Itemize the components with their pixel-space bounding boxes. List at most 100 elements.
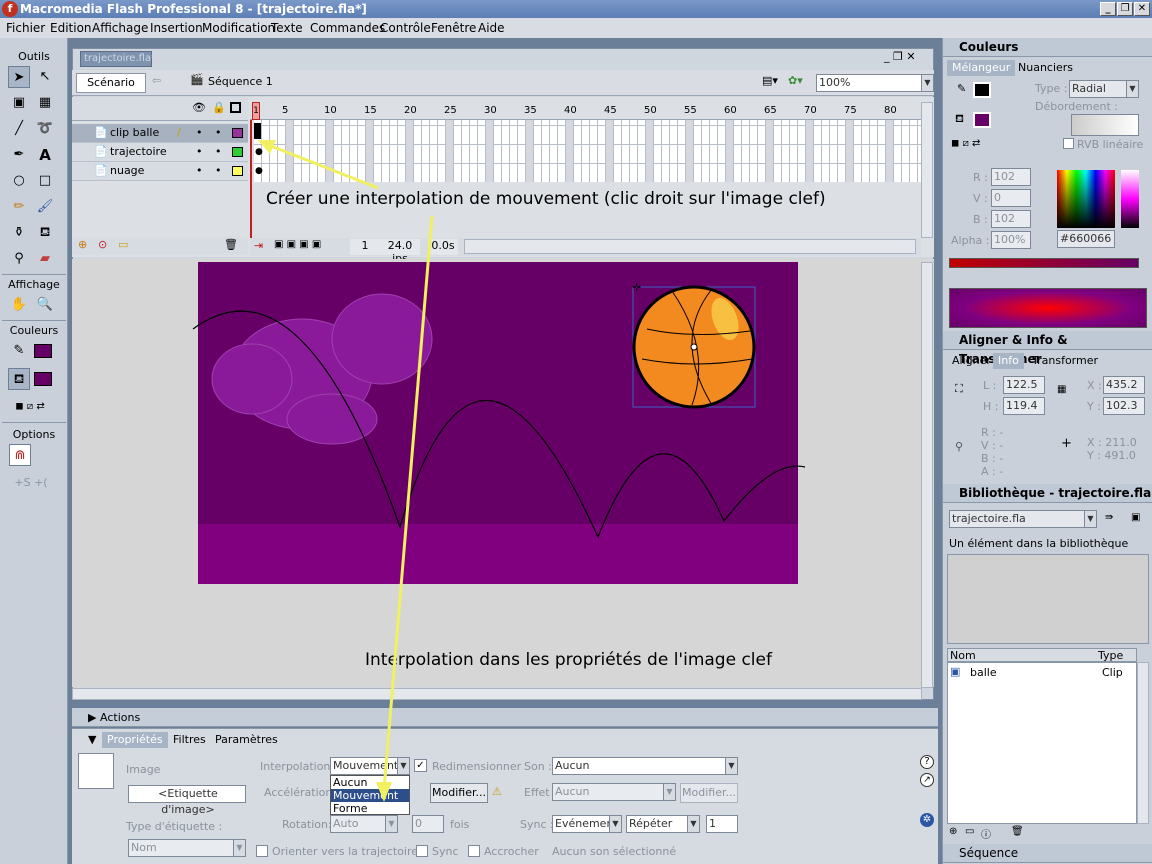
- effect-modify-button[interactable]: Modifier...: [680, 783, 738, 803]
- menu-aide[interactable]: Aide: [478, 18, 505, 38]
- properties-icon[interactable]: ⓘ: [981, 826, 991, 841]
- fill-swatch[interactable]: [973, 112, 991, 128]
- height-field[interactable]: 119.4: [1003, 397, 1045, 415]
- alpha-field[interactable]: 100%: [991, 231, 1031, 249]
- new-symbol-icon[interactable]: ⊕: [949, 826, 957, 837]
- stage-hscroll[interactable]: [72, 688, 922, 700]
- tab-parameters[interactable]: Paramètres: [210, 732, 283, 748]
- close-button[interactable]: ✕: [1134, 2, 1150, 16]
- actions-panel-header[interactable]: ▶ Actions: [72, 708, 938, 727]
- layer-color-swatch[interactable]: [232, 166, 243, 176]
- keyframe-dot[interactable]: ●: [255, 147, 263, 157]
- ball-shape[interactable]: [632, 285, 756, 409]
- tab-align[interactable]: Aligner: [947, 353, 996, 369]
- option-motion[interactable]: Mouvement: [331, 789, 409, 802]
- timeline-hscroll[interactable]: [464, 239, 916, 254]
- layer-color-swatch[interactable]: [232, 147, 243, 157]
- rotation-times-field[interactable]: 0: [412, 815, 444, 833]
- lasso-tool-icon[interactable]: ➰: [34, 118, 56, 140]
- accessibility-icon[interactable]: ✲: [920, 813, 934, 827]
- menu-fenetre[interactable]: Fenêtre: [431, 18, 476, 38]
- width-field[interactable]: 122.5: [1003, 376, 1045, 394]
- cloud-shape[interactable]: [211, 293, 433, 445]
- visibility-dot[interactable]: •: [196, 143, 203, 161]
- registration-grid-icon[interactable]: ▦: [1057, 384, 1066, 395]
- layer-color-swatch[interactable]: [232, 128, 243, 138]
- keyframe-dot[interactable]: ●: [255, 166, 263, 176]
- lock-icon[interactable]: 🔒: [212, 101, 226, 114]
- hand-tool-icon[interactable]: ✋: [8, 294, 30, 316]
- resize-checkbox[interactable]: ✓: [414, 759, 427, 772]
- library-doc-select[interactable]: trajectoire.fla ▼: [949, 510, 1097, 528]
- fill-color-icon[interactable]: ⛾: [8, 368, 30, 390]
- layer-row[interactable]: 📄 clip balle / • •: [72, 124, 248, 143]
- stroke-color-swatch[interactable]: [34, 344, 52, 358]
- menu-texte[interactable]: Texte: [271, 18, 303, 38]
- red-field[interactable]: 102: [991, 168, 1031, 186]
- timeline-vscroll[interactable]: [921, 102, 933, 238]
- zoom-tool-icon[interactable]: 🔍: [34, 294, 56, 316]
- snap-magnet-icon[interactable]: ⋒: [9, 444, 31, 466]
- pencil-tool-icon[interactable]: ✏: [8, 196, 30, 218]
- ink-bottle-icon[interactable]: ⚱: [8, 222, 30, 244]
- new-folder-icon[interactable]: ▭: [965, 826, 974, 837]
- tab-transform[interactable]: Transformer: [1027, 353, 1103, 369]
- fill-transform-icon[interactable]: ▦: [34, 92, 56, 114]
- effect-select[interactable]: Aucun ▼: [552, 783, 676, 801]
- tab-filters[interactable]: Filtres: [168, 732, 211, 748]
- col-type[interactable]: Type: [1098, 649, 1123, 662]
- hex-field[interactable]: #660066: [1057, 230, 1115, 248]
- library-pin-icon[interactable]: ⇛: [1105, 512, 1113, 523]
- document-tab[interactable]: trajectoire.fla*: [80, 51, 156, 67]
- stage-vscroll[interactable]: [921, 262, 933, 688]
- pen-tool-icon[interactable]: ✒: [8, 144, 30, 166]
- green-field[interactable]: 0: [991, 189, 1031, 207]
- tab-properties[interactable]: Propriétés: [102, 732, 168, 748]
- stroke-pencil-icon[interactable]: ✎: [957, 82, 966, 95]
- rectangle-tool-icon[interactable]: □: [34, 170, 56, 192]
- colors-panel-header[interactable]: Couleurs: [943, 38, 1152, 57]
- y-field[interactable]: 102.3: [1103, 397, 1145, 415]
- align-panel-header[interactable]: Aligner & Info & Transformer: [943, 331, 1152, 366]
- fill-type-select[interactable]: Radial ▼: [1069, 80, 1139, 98]
- sync-checkbox[interactable]: [416, 845, 428, 857]
- doc-window-controls[interactable]: _ ❐ ✕: [884, 50, 916, 63]
- label-type-select[interactable]: Nom ▼: [128, 839, 246, 857]
- sound-select[interactable]: Aucun ▼: [552, 757, 738, 775]
- keyframes[interactable]: ● ●: [254, 121, 263, 181]
- arrow-tool-icon[interactable]: ➤: [8, 66, 30, 88]
- lock-dot[interactable]: •: [215, 162, 222, 180]
- lock-dot[interactable]: •: [215, 124, 222, 142]
- library-panel-header[interactable]: Bibliothèque - trajectoire.fla: [943, 484, 1152, 503]
- library-item[interactable]: ▣ balle Clip: [948, 665, 1136, 681]
- layer-row[interactable]: 📄 nuage • •: [72, 162, 248, 181]
- tab-swatches[interactable]: Nuanciers: [1013, 60, 1078, 76]
- frame-label-field[interactable]: <Etiquette d'image>: [128, 785, 246, 816]
- modify-easing-button[interactable]: Modifier...: [430, 783, 488, 803]
- frame-rate[interactable]: 24.0 ips: [380, 239, 420, 265]
- visibility-dot[interactable]: •: [196, 124, 203, 142]
- menu-edition[interactable]: Edition: [50, 18, 92, 38]
- menu-insertion[interactable]: Insertion: [150, 18, 203, 38]
- orient-checkbox[interactable]: [256, 845, 268, 857]
- menu-commandes[interactable]: Commandes: [310, 18, 385, 38]
- color-defaults-icon[interactable]: ◼ ⧄ ⇄: [4, 396, 56, 418]
- fill-color-swatch[interactable]: [34, 372, 52, 386]
- add-layer-icon[interactable]: ⊕: [78, 238, 87, 251]
- option-shape[interactable]: Forme: [331, 802, 409, 815]
- oval-tool-icon[interactable]: ○: [8, 170, 30, 192]
- delete-icon[interactable]: 🗑: [1011, 826, 1024, 837]
- minimize-button[interactable]: _: [1100, 2, 1116, 16]
- menu-fichier[interactable]: Fichier: [6, 18, 45, 38]
- menu-affichage[interactable]: Affichage: [92, 18, 148, 38]
- blue-field[interactable]: 102: [991, 210, 1031, 228]
- center-frame-icon[interactable]: ⇥: [254, 239, 263, 252]
- sync-select[interactable]: Evénement ▼: [552, 815, 622, 833]
- color-spectrum[interactable]: [1057, 170, 1115, 228]
- paint-bucket-icon[interactable]: ⛾: [34, 222, 56, 244]
- outline-icon[interactable]: [230, 102, 241, 113]
- text-tool-icon[interactable]: A: [34, 144, 56, 166]
- x-field[interactable]: 435.2: [1103, 376, 1145, 394]
- line-tool-icon[interactable]: ╱: [8, 118, 30, 140]
- trash-icon[interactable]: 🗑: [224, 238, 238, 251]
